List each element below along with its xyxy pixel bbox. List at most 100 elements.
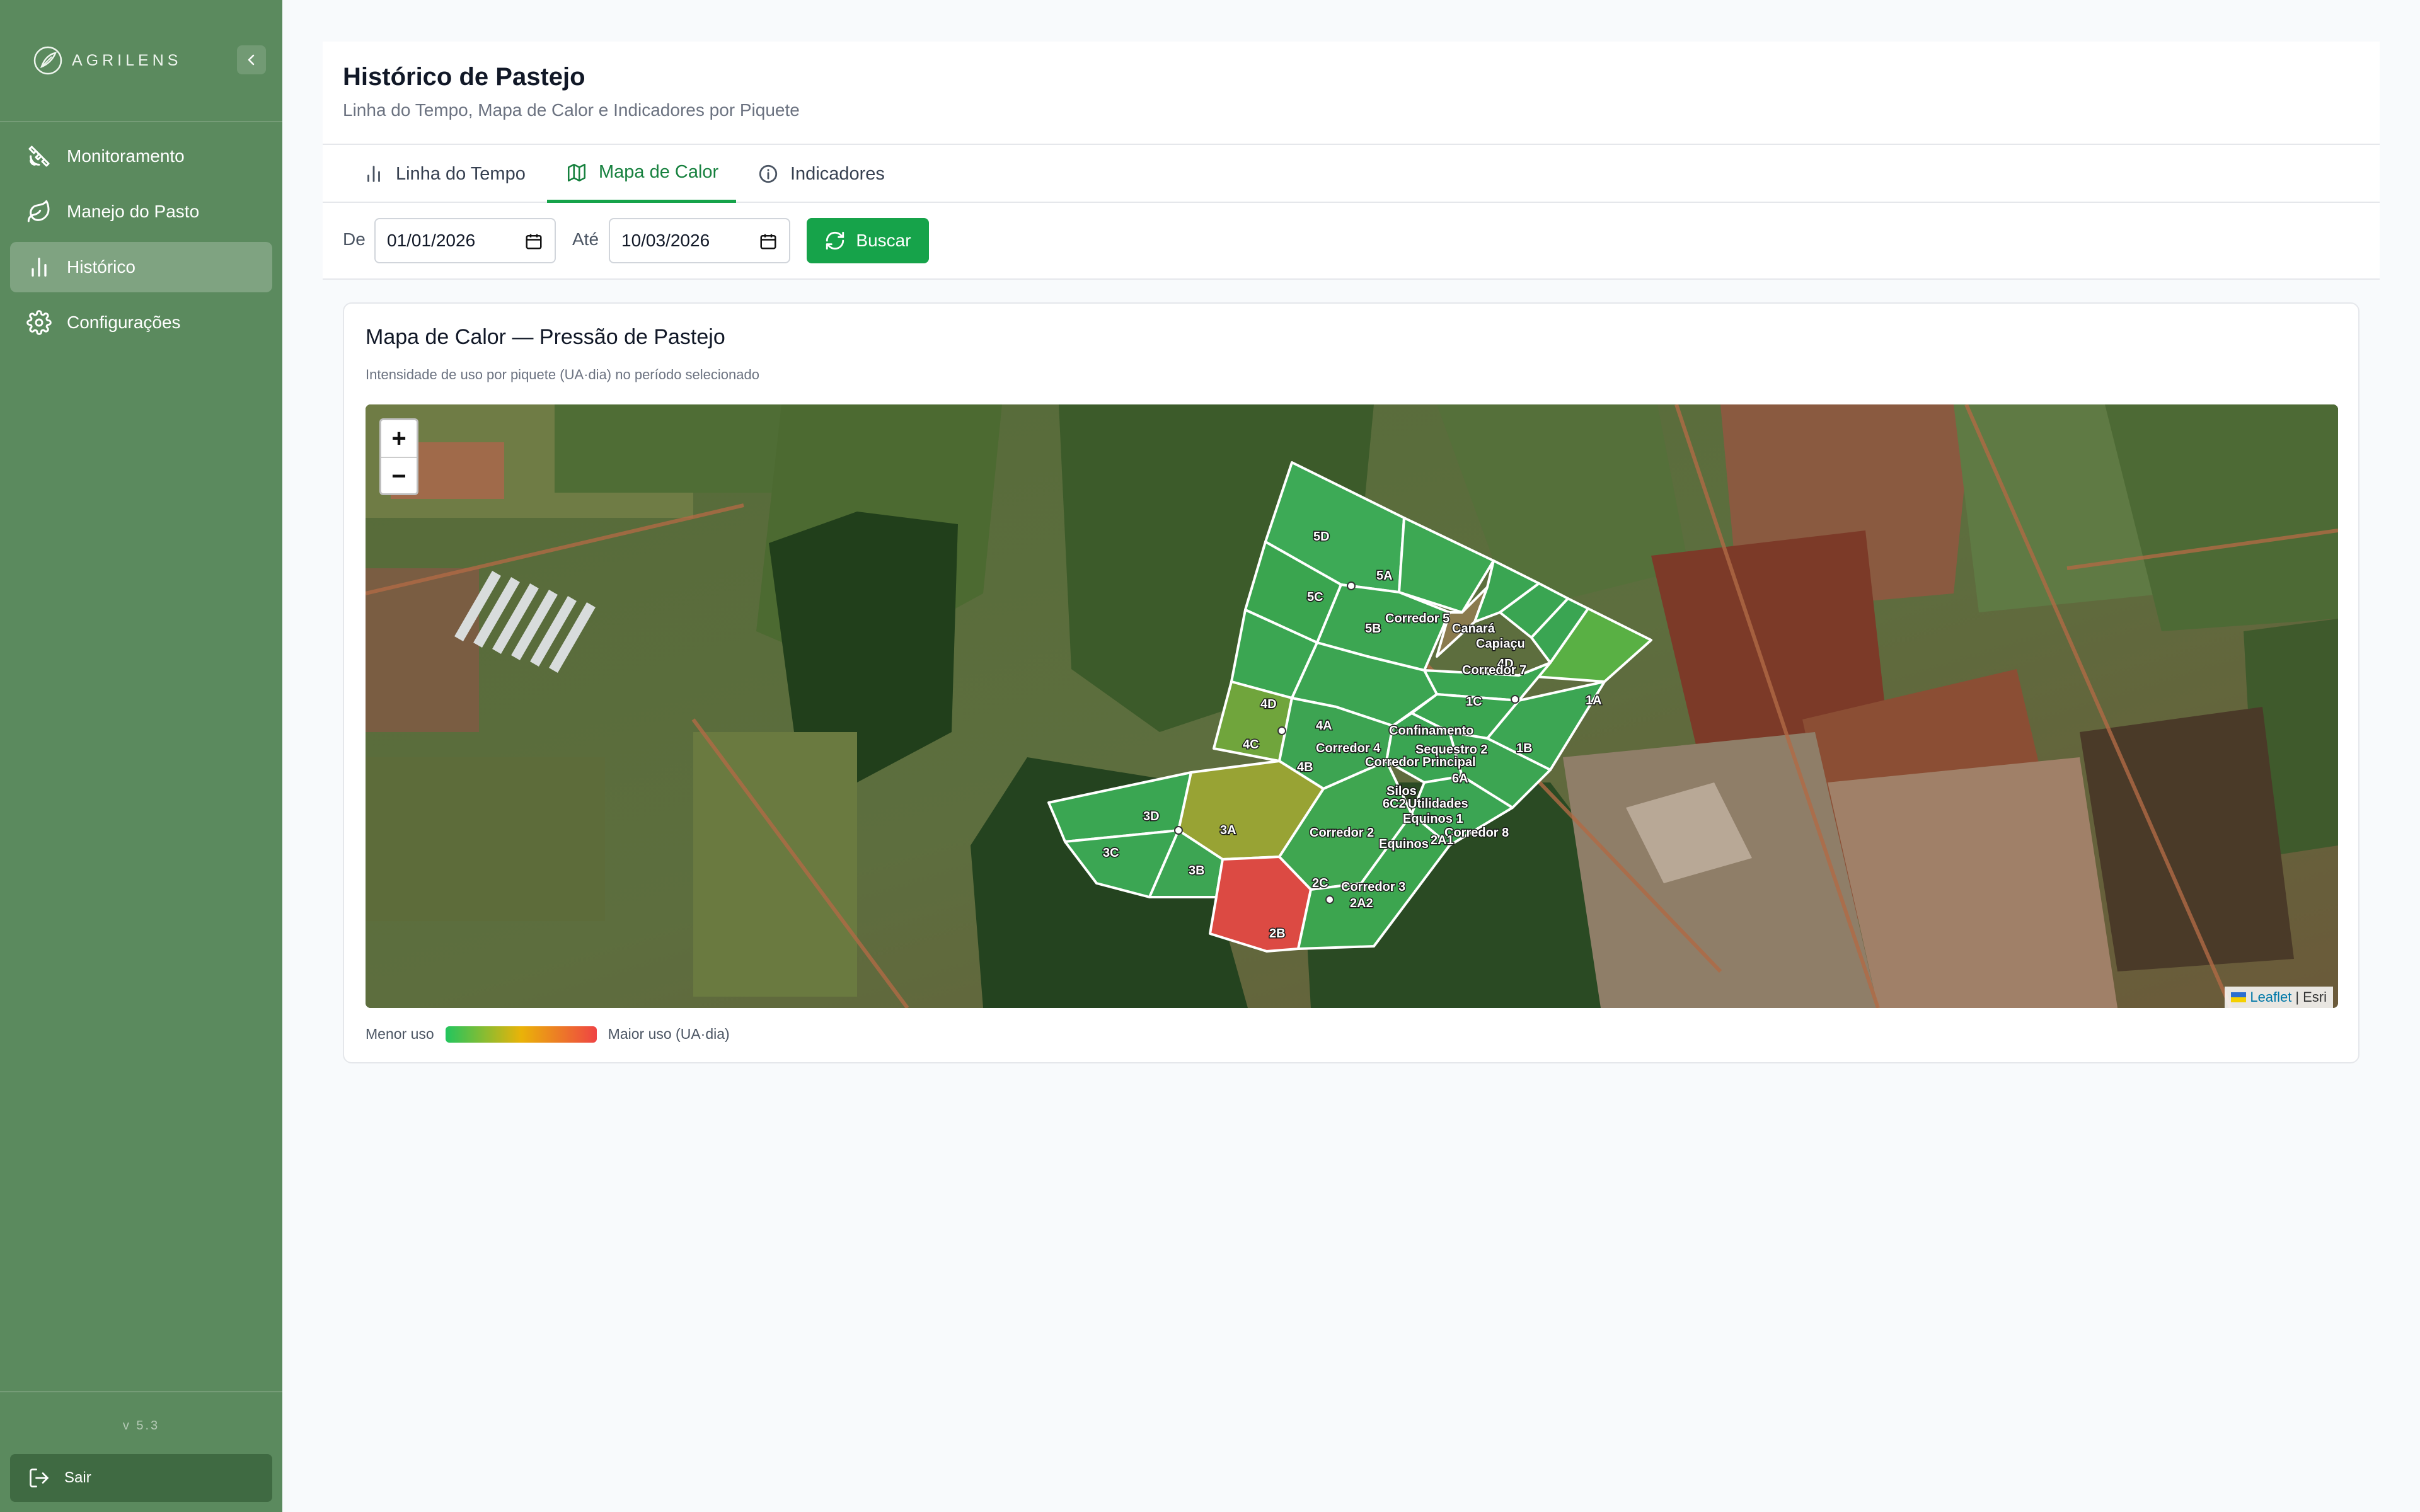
brand-name: AGRILENS (72, 51, 182, 69)
legend-gradient-bar (445, 1026, 597, 1043)
page-header: Histórico de Pastejo Linha do Tempo, Map… (323, 42, 2380, 144)
label-3C: 3C (1103, 846, 1119, 860)
label-equinos: Equinos (1379, 837, 1429, 851)
tab-label: Linha do Tempo (396, 163, 526, 184)
sidebar-item-label: Monitoramento (67, 146, 185, 166)
label-5D: 5D (1313, 530, 1330, 544)
satellite-basemap: 5D 5A 5C 5B Corredor 5 Canará Capiaçu 4D… (366, 404, 2338, 1008)
sidebar-item-historico[interactable]: Histórico (10, 242, 272, 292)
refresh-icon (826, 231, 844, 250)
attribution-separator: | (2295, 989, 2300, 1005)
heatmap-card: Mapa de Calor — Pressão de Pastejo Inten… (343, 302, 2360, 1063)
sidebar-item-configuracoes[interactable]: Configurações (10, 297, 272, 348)
label-5C: 5C (1307, 590, 1323, 604)
calendar-icon[interactable] (524, 232, 543, 251)
sidebar: AGRILENS Monitoramento Manejo do Pasto H… (0, 0, 282, 1512)
collapse-sidebar-button[interactable] (237, 45, 266, 74)
label-6A: 6A (1452, 772, 1468, 786)
heat-legend: Menor uso Maior uso (UA·dia) (366, 1026, 730, 1043)
bar-chart-icon (32, 258, 47, 277)
agrilens-logo-icon (33, 46, 62, 75)
tab-bar: Linha do Tempo Mapa de Calor Indicadores (323, 144, 2380, 203)
label-sequestro2: Sequestro 2 (1415, 743, 1487, 757)
map-attribution: Leaflet | Esri (2225, 987, 2333, 1008)
label-3D: 3D (1143, 810, 1160, 823)
label-equinos1: Equinos 1 (1403, 812, 1463, 826)
tab-linha-do-tempo[interactable]: Linha do Tempo (363, 145, 526, 203)
label-corredor2: Corredor 2 (1310, 826, 1374, 840)
label-canara: Canará (1452, 622, 1495, 636)
to-label: Até (572, 229, 599, 249)
label-confinamento: Confinamento (1389, 724, 1473, 738)
sidebar-item-label: Histórico (67, 257, 135, 277)
zoom-out-button[interactable]: − (381, 458, 417, 495)
tab-label: Mapa de Calor (599, 162, 719, 182)
label-2A1: 2A1 (1431, 833, 1454, 847)
app-version: v 5.3 (122, 1419, 160, 1433)
label-2A2: 2A2 (1350, 896, 1373, 910)
label-4D: 4D (1260, 697, 1277, 711)
logout-label: Sair (64, 1469, 91, 1486)
from-date-value: 01/01/2026 (387, 231, 476, 250)
chevron-left-icon (248, 54, 255, 66)
label-corredor3: Corredor 3 (1341, 880, 1405, 894)
label-utilidades: Utilidades (1408, 797, 1468, 811)
tab-mapa-de-calor[interactable]: Mapa de Calor (547, 145, 736, 203)
label-4B: 4B (1297, 760, 1313, 774)
zoom-control: + − (379, 418, 418, 495)
sidebar-divider (0, 1391, 282, 1392)
label-corredor7: Corredor 7 (1462, 663, 1526, 677)
sidebar-divider (0, 121, 282, 122)
logout-button[interactable]: Sair (10, 1454, 272, 1502)
label-2C: 2C (1312, 876, 1328, 890)
label-1A: 1A (1586, 694, 1602, 707)
map-icon (567, 163, 586, 181)
sidebar-nav: Monitoramento Manejo do Pasto Histórico … (10, 131, 272, 353)
legend-high-label: Maior uso (UA·dia) (608, 1026, 730, 1042)
label-1C: 1C (1466, 695, 1482, 709)
date-filter-bar: De 01/01/2026 Até 10/03/2026 Buscar (323, 203, 2380, 280)
satellite-icon (28, 146, 50, 167)
info-icon (759, 164, 778, 183)
from-label: De (343, 229, 366, 249)
search-button[interactable]: Buscar (807, 218, 929, 263)
label-corredor4: Corredor 4 (1316, 742, 1381, 755)
zoom-in-button[interactable]: + (381, 420, 417, 458)
search-button-label: Buscar (856, 231, 911, 250)
gear-icon (26, 310, 52, 335)
brand[interactable]: AGRILENS (33, 44, 182, 77)
label-6C2: 6C2 (1383, 797, 1406, 811)
to-date-value: 10/03/2026 (621, 231, 710, 250)
leaf-icon (27, 200, 50, 222)
leaflet-link[interactable]: Leaflet (2250, 989, 2291, 1005)
label-capiacu: Capiaçu (1476, 637, 1525, 651)
card-title: Mapa de Calor — Pressão de Pastejo (366, 325, 725, 349)
label-corredor8: Corredor 8 (1444, 826, 1509, 840)
page-title: Histórico de Pastejo (343, 63, 585, 91)
label-silos: Silos (1386, 784, 1417, 798)
from-date-input[interactable]: 01/01/2026 (374, 218, 556, 263)
sidebar-item-label: Configurações (67, 312, 181, 332)
card-subtitle: Intensidade de uso por piquete (UA·dia) … (366, 367, 759, 382)
tab-indicadores[interactable]: Indicadores (758, 145, 885, 203)
label-1B: 1B (1516, 742, 1533, 755)
label-corredor5: Corredor 5 (1385, 612, 1449, 626)
label-4C: 4C (1243, 738, 1259, 752)
label-3B: 3B (1189, 864, 1205, 878)
to-date-input[interactable]: 10/03/2026 (609, 218, 790, 263)
label-4A: 4A (1316, 719, 1332, 733)
sidebar-item-manejo-do-pasto[interactable]: Manejo do Pasto (10, 186, 272, 237)
calendar-icon[interactable] (759, 232, 778, 251)
label-3A: 3A (1220, 823, 1236, 837)
tab-label: Indicadores (790, 163, 885, 184)
esri-credit: Esri (2303, 989, 2327, 1005)
label-corredor-principal: Corredor Principal (1365, 755, 1476, 769)
heatmap-map[interactable]: 5D 5A 5C 5B Corredor 5 Canará Capiaçu 4D… (366, 404, 2338, 1008)
ukraine-flag-icon (2231, 992, 2247, 1002)
page-subtitle: Linha do Tempo, Mapa de Calor e Indicado… (343, 100, 800, 120)
label-5A: 5A (1376, 569, 1393, 583)
bar-chart-icon (367, 166, 380, 182)
label-5B: 5B (1365, 622, 1381, 636)
logout-icon (30, 1469, 49, 1487)
sidebar-item-monitoramento[interactable]: Monitoramento (10, 131, 272, 181)
